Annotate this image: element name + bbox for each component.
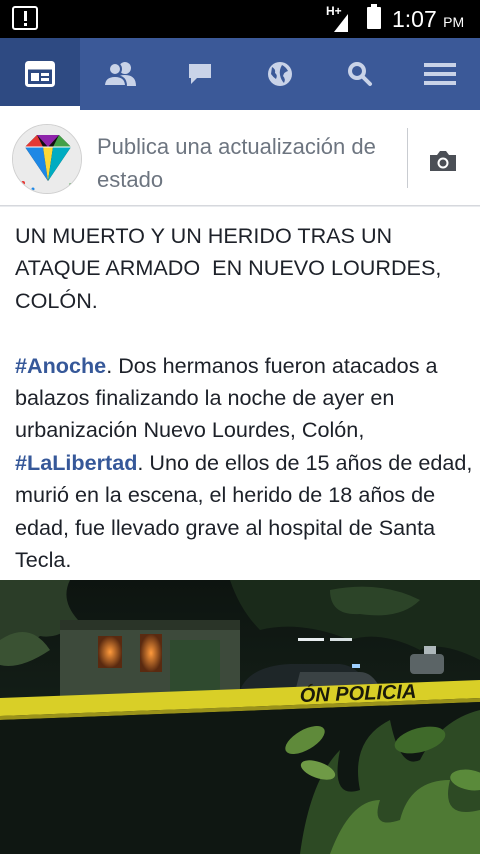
hashtag-link[interactable]: #Anoche bbox=[15, 353, 106, 378]
post-headline: UN MUERTO Y UN HERIDO TRAS UN ATAQUE ARM… bbox=[15, 223, 448, 313]
friends-icon bbox=[103, 62, 136, 87]
battery-icon bbox=[367, 4, 381, 29]
night-crime-scene-image: ÓN POLICIA bbox=[0, 580, 480, 854]
photo-upload-button[interactable] bbox=[428, 149, 458, 178]
alert-icon bbox=[12, 6, 38, 30]
status-composer: Publica una actualización de estado bbox=[0, 110, 480, 206]
clock-time: 1:07 bbox=[392, 6, 437, 32]
post-text: UN MUERTO Y UN HERIDO TRAS UN ATAQUE ARM… bbox=[15, 220, 475, 576]
clock: 1:07 PM bbox=[392, 6, 464, 33]
news-feed-icon bbox=[25, 61, 55, 87]
tab-notifications[interactable] bbox=[240, 38, 320, 110]
tab-news-feed[interactable] bbox=[0, 38, 80, 110]
top-nav-bar bbox=[0, 38, 480, 110]
globe-icon bbox=[268, 62, 292, 86]
tab-friends[interactable] bbox=[80, 38, 160, 110]
search-icon bbox=[348, 62, 372, 86]
post-photo[interactable]: ÓN POLICIA bbox=[0, 580, 480, 854]
composer-divider bbox=[407, 128, 408, 188]
news-post: UN MUERTO Y UN HERIDO TRAS UN ATAQUE ARM… bbox=[0, 207, 480, 580]
status-bar: H+ 1:07 PM bbox=[0, 0, 480, 38]
status-update-prompt[interactable]: Publica una actualización de estado bbox=[97, 130, 397, 196]
tab-menu[interactable] bbox=[400, 38, 480, 110]
clock-ampm: PM bbox=[443, 14, 465, 30]
tab-messages[interactable] bbox=[160, 38, 240, 110]
hamburger-menu-icon bbox=[424, 63, 456, 85]
chat-bubble-icon bbox=[189, 64, 211, 84]
camera-icon bbox=[430, 151, 456, 171]
tab-search[interactable] bbox=[320, 38, 400, 110]
hashtag-link[interactable]: #LaLibertad bbox=[15, 450, 137, 475]
signal-icon: H+ bbox=[326, 4, 348, 32]
avatar[interactable] bbox=[12, 124, 82, 194]
diamond-avatar-image bbox=[13, 125, 81, 193]
